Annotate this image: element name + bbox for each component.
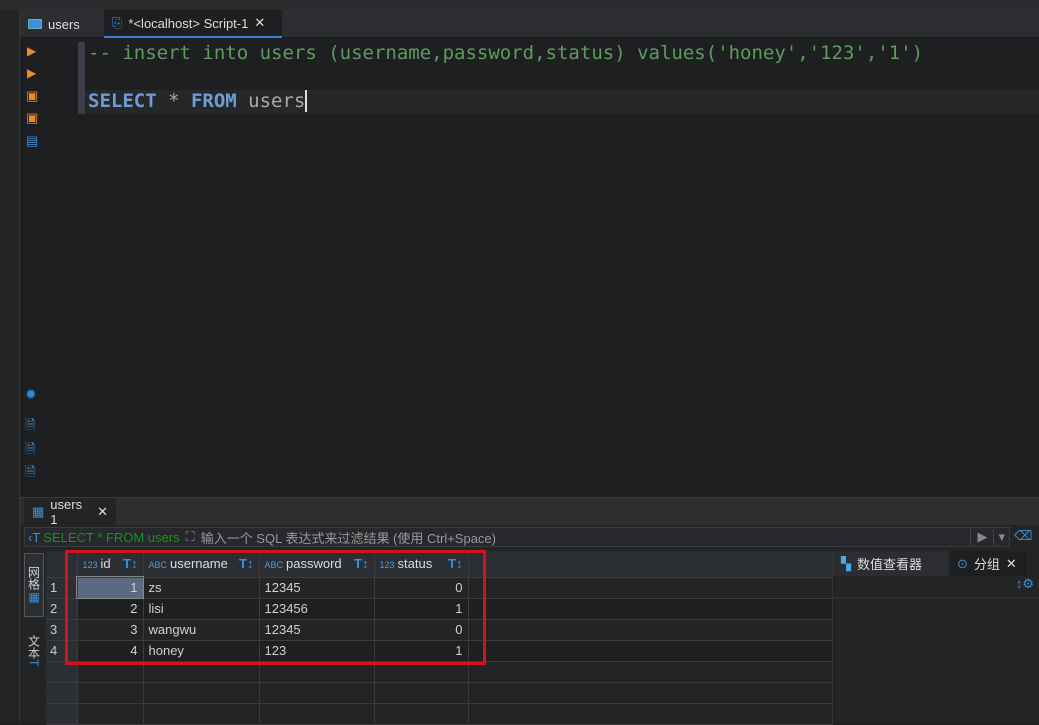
empty-row [46,703,833,725]
grid-icon: ▦ [32,504,45,519]
execute-script-icon[interactable]: ▣ [26,88,38,104]
navigator-panel [0,10,20,723]
execute-icon[interactable]: ▶ [27,44,36,58]
export-icon[interactable]: 🗎 [25,416,35,438]
text-cursor [305,90,308,112]
close-icon[interactable]: ✕ [1006,556,1017,572]
apply-filter-button[interactable]: ▶ [970,529,993,545]
close-icon[interactable]: ✕ [254,15,265,31]
tab-users-1[interactable]: ▦ users 1 ✕ [24,497,116,527]
settings-icon[interactable]: ✹ [25,386,37,403]
output-icon[interactable]: 🗎 [25,463,35,485]
sql-editor[interactable]: -- insert into users (username,password,… [44,38,1039,497]
expand-icon[interactable]: ⛶ [186,529,195,545]
tab-users[interactable]: users [20,10,104,38]
editor-toolbar: ▶ ▶ ▣ ▣ ▤ ✹ 🗎 🗎 🗎 [20,38,44,497]
execute-script-new-tab-icon[interactable]: ▣ [26,110,38,126]
grouping-icon: ⊙ [957,555,968,571]
tab-grouping[interactable]: ⊙ 分组 ✕ [949,551,1027,576]
filter-input[interactable]: 输入一个 SQL 表达式来过滤结果 (使用 Ctrl+Space) [201,528,971,547]
value-viewer-icon: ▚ [841,555,851,571]
code-line-comment: -- insert into users (username,password,… [88,42,924,64]
tab-script-1[interactable]: ⎘ *<localhost> Script-1 ✕ [104,10,282,38]
filter-bar: ‹T SELECT * FROM users ⛶ 输入一个 SQL 表达式来过滤… [24,527,1010,547]
close-icon[interactable]: ✕ [97,504,108,520]
script-icon: ⎘ [112,15,123,30]
empty-row [46,682,833,704]
query-label: SELECT * FROM users [43,529,180,545]
statement-marker [78,42,85,114]
error-log-icon[interactable]: 🗎 [25,440,35,462]
text-icon: T [27,659,41,667]
table-icon [28,19,42,29]
highlight-annotation [65,550,486,665]
explain-plan-icon[interactable]: ▤ [26,133,38,149]
sql-icon: ‹T [28,529,41,545]
grid-icon: ▦ [27,590,41,604]
tab-grid[interactable]: 网格 ▦ [24,553,44,617]
results-panel: ▦ users 1 ✕ ‹T SELECT * FROM users ⛶ 输入一… [20,497,1039,725]
side-panel: ▚ 数值查看器 ⊙ 分组 ✕ ↕⚙ [832,551,1039,723]
code-line-select: SELECT * FROM users [88,90,308,112]
editor-tab-bar: users ⎘ *<localhost> Script-1 ✕ [20,10,1039,38]
erase-filter-icon[interactable]: ⌫ [1014,528,1032,544]
tab-value-viewer[interactable]: ▚ 数值查看器 [833,551,949,576]
grouping-settings-icon[interactable]: ↕⚙ [833,576,1039,598]
filter-history-dropdown[interactable]: ▾ [993,529,1009,545]
results-tab-bar: ▦ users 1 ✕ [20,497,1039,527]
top-toolbar [0,0,1039,10]
execute-new-tab-icon[interactable]: ▶ [27,66,36,80]
tab-text[interactable]: 文本 T [24,623,44,679]
